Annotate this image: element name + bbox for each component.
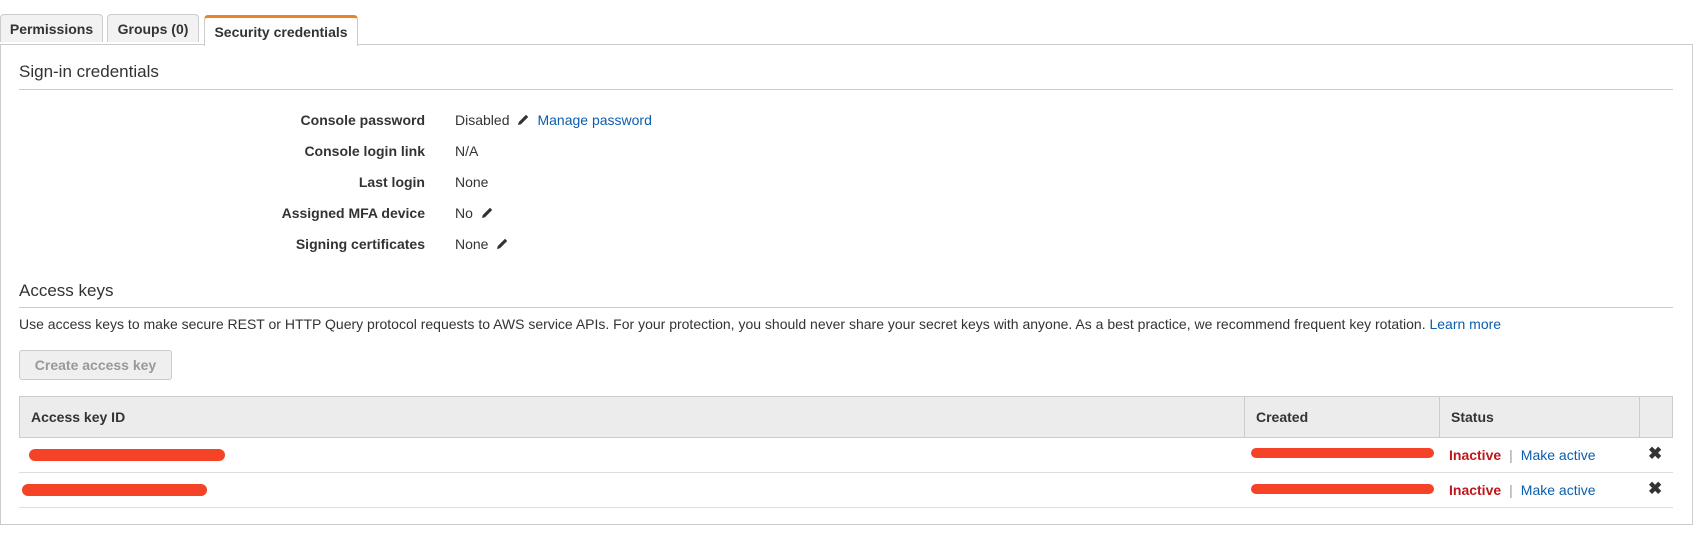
tab-permissions[interactable]: Permissions (0, 14, 103, 42)
mfa-device-text: No (455, 205, 473, 221)
signing-certificates-text: None (455, 236, 489, 252)
tab-security-credentials[interactable]: Security credentials (204, 15, 358, 46)
pencil-icon[interactable] (480, 206, 494, 220)
delete-key-icon[interactable]: ✖ (1648, 479, 1662, 499)
mfa-device-value: No (455, 205, 494, 221)
tab-bar: Permissions Groups (0) Security credenti… (0, 14, 1695, 46)
create-access-key-button[interactable]: Create access key (19, 350, 172, 380)
redacted-access-key-id (22, 484, 207, 496)
make-active-link[interactable]: Make active (1521, 482, 1596, 498)
pencil-icon[interactable] (495, 237, 509, 251)
tab-permissions-label: Permissions (9, 20, 94, 37)
column-access-key-id[interactable]: Access key ID (20, 397, 1244, 437)
table-row: Inactive | Make active ✖ (19, 438, 1673, 473)
console-login-link-label: Console login link (304, 143, 425, 159)
status-cell: Inactive | Make active (1449, 438, 1595, 472)
column-created[interactable]: Created (1244, 397, 1439, 437)
redacted-created-date (1251, 448, 1434, 458)
access-keys-title: Access keys (19, 281, 114, 300)
console-password-label: Console password (300, 112, 425, 128)
make-active-link[interactable]: Make active (1521, 447, 1596, 463)
last-login-value: None (455, 174, 488, 190)
separator: | (1509, 482, 1513, 498)
tab-security-credentials-label: Security credentials (214, 24, 348, 40)
table-header: Access key ID Created Status (19, 396, 1673, 438)
last-login-text: None (455, 174, 489, 190)
console-password-value: Disabled Manage password (455, 112, 652, 128)
tab-groups-label: Groups (0) (117, 20, 189, 37)
console-password-status: Disabled (455, 112, 510, 128)
access-keys-description-text: Use access keys to make secure REST or H… (19, 316, 1426, 332)
table-row: Inactive | Make active ✖ (19, 473, 1673, 508)
divider (19, 89, 1673, 90)
redacted-created-date (1251, 484, 1434, 494)
signing-certificates-value: None (455, 236, 509, 252)
column-actions (1639, 397, 1672, 437)
status-inactive: Inactive (1449, 482, 1502, 498)
column-status[interactable]: Status (1439, 397, 1639, 437)
pencil-icon[interactable] (516, 113, 530, 127)
learn-more-link[interactable]: Learn more (1429, 316, 1501, 332)
separator: | (1509, 447, 1513, 463)
redacted-access-key-id (29, 449, 225, 461)
status-cell: Inactive | Make active (1449, 473, 1595, 507)
console-login-link-text: N/A (455, 143, 479, 159)
last-login-label: Last login (358, 174, 425, 190)
access-keys-description: Use access keys to make secure REST or H… (19, 316, 1501, 332)
access-keys-table: Access key ID Created Status Inactive | Ma… (19, 396, 1673, 508)
signing-certificates-label: Signing certificates (295, 236, 425, 252)
signin-credentials-title: Sign-in credentials (19, 62, 159, 81)
manage-password-link[interactable]: Manage password (537, 112, 651, 128)
tab-groups[interactable]: Groups (0) (107, 14, 199, 42)
mfa-device-label: Assigned MFA device (281, 205, 425, 221)
delete-key-icon[interactable]: ✖ (1648, 444, 1662, 464)
status-inactive: Inactive (1449, 447, 1502, 463)
divider (19, 307, 1673, 308)
console-login-link-value: N/A (455, 143, 478, 159)
